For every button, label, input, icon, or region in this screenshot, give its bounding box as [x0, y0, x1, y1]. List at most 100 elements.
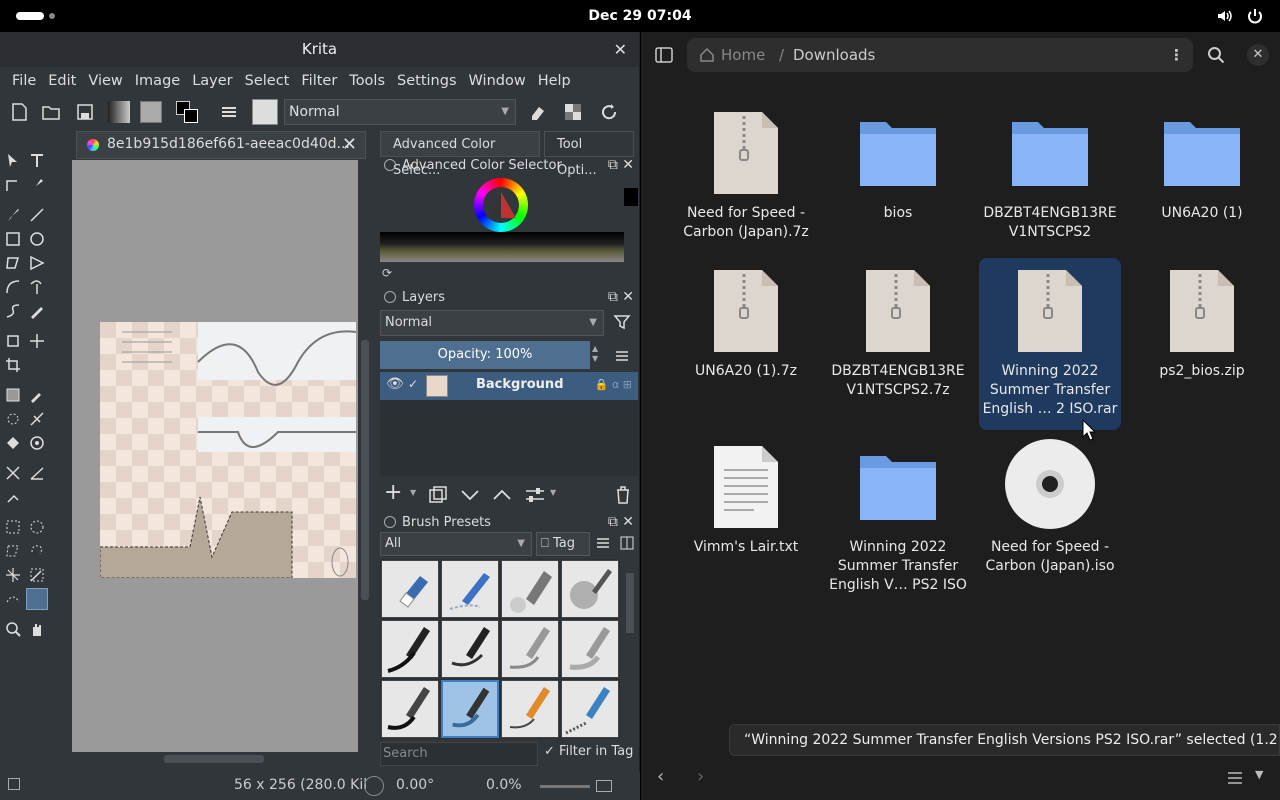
workspace-dot[interactable] [49, 13, 55, 19]
color-selector-panel[interactable]: ⟳ [380, 178, 638, 282]
menu-tools[interactable]: Tools [343, 73, 391, 89]
brush-preset-brush-dark[interactable] [381, 680, 439, 738]
file-item[interactable]: DBZBT4ENGB13RE V1NTSCPS2 [979, 100, 1121, 260]
move-up-icon[interactable] [492, 488, 512, 502]
freehand-select-icon[interactable] [28, 542, 46, 560]
chevron-down-icon[interactable]: ▼ [1255, 768, 1263, 781]
menu-layer[interactable]: Layer [186, 73, 238, 89]
reload-icon[interactable] [598, 101, 620, 123]
zoom-slider[interactable] [540, 785, 590, 788]
file-item[interactable]: UN6A20 (1).7z [675, 258, 817, 418]
trash-icon[interactable] [614, 485, 632, 505]
power-icon[interactable] [1246, 7, 1264, 25]
polyline-tool-icon[interactable] [28, 254, 46, 272]
ellipse-select-icon[interactable] [28, 518, 46, 536]
zoom-tool-icon[interactable] [4, 620, 22, 638]
layer-lock-alpha-icons[interactable]: 🔒 α ⊞ [595, 378, 632, 391]
menu-file[interactable]: File [6, 73, 42, 89]
blend-mode-select[interactable]: Normal ▼ [284, 99, 516, 125]
breadcrumb-downloads[interactable]: Downloads [793, 46, 875, 64]
layer-blend-select[interactable]: Normal ▼ [380, 310, 604, 336]
fit-view-icon[interactable] [596, 780, 612, 792]
breadcrumb-home[interactable]: Home [721, 46, 765, 64]
fg-bg-color-icon[interactable] [176, 101, 198, 123]
horizontal-scrollbar[interactable] [72, 752, 358, 766]
brush-scrollbar[interactable] [624, 559, 636, 739]
float-close-icons[interactable]: ⧉ ✕ [608, 514, 634, 530]
file-item[interactable]: UN6A20 (1) [1131, 100, 1273, 260]
color-picker-icon[interactable] [28, 386, 46, 404]
selector-settings-icon[interactable] [384, 159, 396, 171]
close-icon[interactable]: ✕ [614, 32, 627, 67]
enclose-fill-icon[interactable] [28, 434, 46, 452]
list-view-icon[interactable] [596, 536, 610, 550]
menu-icon[interactable] [614, 348, 630, 364]
save-icon[interactable] [74, 101, 96, 123]
list-view-icon[interactable] [1227, 770, 1243, 786]
brush-settings-dot-icon[interactable] [384, 516, 396, 528]
line-tool-icon[interactable] [28, 206, 46, 224]
color-gradient-strip[interactable] [380, 232, 624, 262]
menu-help[interactable]: Help [532, 73, 577, 89]
file-item[interactable]: Need for Speed - Carbon (Japan).iso [979, 434, 1121, 594]
menu-view[interactable]: View [82, 73, 128, 89]
brush-preset-marker[interactable] [441, 560, 499, 618]
open-folder-icon[interactable] [40, 101, 62, 123]
file-item[interactable]: bios [827, 100, 969, 260]
layer-item-background[interactable]: 👁 ✓ Background 🔒 α ⊞ [380, 372, 638, 400]
file-item[interactable]: DBZBT4ENGB13RE V1NTSCPS2.7z [827, 258, 969, 418]
polygon-select-icon[interactable] [4, 542, 22, 560]
layer-properties-icon[interactable] [524, 486, 546, 504]
chevron-down-icon[interactable]: ▼ [410, 488, 416, 497]
tag-button[interactable]: ⎕ Tag [536, 532, 590, 556]
rect-select-icon[interactable] [4, 518, 22, 536]
menu-settings[interactable]: Settings [391, 73, 462, 89]
assistant-tool-icon[interactable] [4, 464, 22, 482]
polygon-tool-icon[interactable] [4, 254, 22, 272]
file-item[interactable]: Vimm's Lair.txt [675, 434, 817, 594]
transform-tool-icon[interactable] [4, 332, 22, 350]
fill-tool-icon[interactable] [4, 434, 22, 452]
brush-preset-eraser[interactable] [381, 560, 439, 618]
smart-patch-icon[interactable] [28, 410, 46, 428]
freehand-brush-icon[interactable] [4, 206, 22, 224]
tab-tool-options[interactable]: Tool Opti... [544, 131, 634, 178]
visibility-eye-icon[interactable]: 👁 [386, 376, 404, 392]
file-item[interactable]: Winning 2022 Summer Transfer English … 2 I… [979, 258, 1121, 430]
alpha-lock-icon[interactable] [562, 101, 584, 123]
duplicate-layer-icon[interactable] [428, 486, 448, 504]
move-down-icon[interactable] [460, 488, 480, 502]
tab-advanced-color-selector[interactable]: Advanced Color Selec... [380, 131, 540, 178]
brush-preset-blue-pencil[interactable] [561, 680, 619, 738]
filter-in-tag-checkbox[interactable]: ✓ Filter in Tag [544, 744, 633, 759]
brush-preset-airbrush[interactable] [501, 560, 559, 618]
brush-settings-icon[interactable] [218, 101, 240, 123]
volume-icon[interactable] [1216, 7, 1234, 25]
menu-image[interactable]: Image [129, 73, 186, 89]
opacity-slider[interactable]: Opacity: 100% [380, 341, 590, 369]
float-close-icons[interactable]: ⧉ ✕ [608, 289, 634, 305]
brush-preset-pen[interactable] [561, 560, 619, 618]
measure-tool-icon[interactable] [28, 464, 46, 482]
brush-preset-ink[interactable] [381, 620, 439, 678]
freehand-path-icon[interactable] [28, 278, 46, 296]
similar-select-icon[interactable] [28, 566, 46, 584]
multibrush-icon[interactable] [28, 302, 46, 320]
menu-window[interactable]: Window [463, 73, 532, 89]
layers-settings-icon[interactable] [384, 291, 396, 303]
chevron-down-icon[interactable]: ▼ [550, 488, 556, 497]
pan-tool-icon[interactable] [28, 620, 46, 638]
brush-search-input[interactable]: Search [380, 742, 538, 766]
forward-icon[interactable]: › [697, 766, 704, 787]
select-shapes-icon[interactable] [4, 152, 22, 170]
canvas-image[interactable] [100, 322, 356, 578]
gradient-swatch[interactable] [108, 101, 130, 123]
sidebar-toggle-icon[interactable] [655, 46, 673, 64]
search-icon[interactable] [1207, 46, 1225, 64]
brush-preset-ink-2[interactable] [441, 620, 499, 678]
brush-preset-icon[interactable] [252, 99, 278, 125]
color-wheel[interactable] [474, 178, 528, 232]
rectangle-tool-icon[interactable] [4, 230, 22, 248]
eraser-icon[interactable] [526, 101, 548, 123]
brush-tag-filter-select[interactable]: All ▼ [380, 532, 532, 556]
